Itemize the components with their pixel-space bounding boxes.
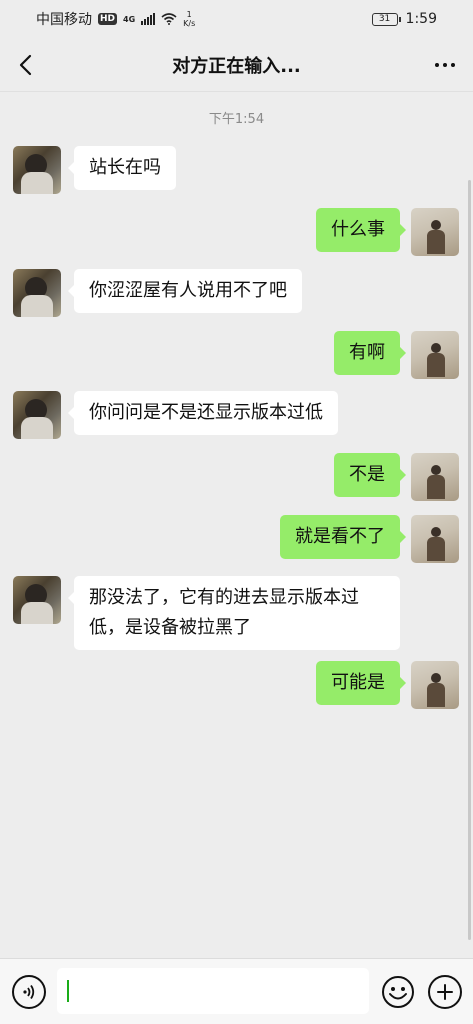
hd-badge: HD: [98, 13, 118, 25]
my-avatar[interactable]: [411, 661, 459, 709]
message-bubble[interactable]: 那没法了，它有的进去显示版本过 低，是设备被拉黑了: [68, 576, 400, 650]
message-bubble[interactable]: 你涩涩屋有人说用不了吧: [68, 269, 302, 313]
message-bubble[interactable]: 什么事: [316, 208, 406, 252]
message-line: 低，是设备被拉黑了: [89, 617, 251, 638]
message-bubble[interactable]: 有啊: [334, 331, 406, 375]
message-bubble[interactable]: 可能是: [316, 661, 406, 705]
voice-button[interactable]: [12, 975, 46, 1009]
clock: 1:59: [405, 11, 437, 27]
signal-icon: [141, 13, 156, 25]
message-timestamp: 下午1:54: [208, 112, 265, 127]
battery-level: 31: [378, 14, 391, 24]
chat-header: 对方正在输入...: [0, 38, 473, 92]
message-bubble[interactable]: 你问问是不是还显示版本过低: [68, 391, 338, 435]
my-avatar[interactable]: [411, 453, 459, 501]
contact-avatar[interactable]: [13, 391, 61, 439]
net-speed-value: 1: [186, 10, 192, 19]
more-dot-icon: [451, 63, 455, 67]
back-button[interactable]: [12, 51, 40, 79]
message-bubble[interactable]: 就是看不了: [280, 515, 406, 559]
status-bar: 中国移动 HD 4G 1 K/s 31 1:59: [0, 0, 473, 38]
scrollbar[interactable]: [468, 180, 471, 940]
emoji-icon[interactable]: [381, 975, 415, 1009]
contact-avatar[interactable]: [13, 269, 61, 317]
contact-avatar[interactable]: [13, 576, 61, 624]
status-right: 31 1:59: [371, 11, 437, 27]
more-button[interactable]: [429, 51, 461, 79]
voice-icon: [23, 984, 35, 1000]
message-line: 那没法了，它有的进去显示版本过: [89, 587, 359, 608]
network-type: 4G: [123, 14, 136, 24]
text-caret: [67, 980, 69, 1002]
chat-title: 对方正在输入...: [172, 55, 301, 77]
input-bar: [0, 958, 473, 1024]
my-avatar[interactable]: [411, 208, 459, 256]
chevron-left-icon: [19, 54, 32, 76]
my-avatar[interactable]: [411, 331, 459, 379]
wifi-icon: [161, 13, 177, 25]
message-input[interactable]: [57, 968, 369, 1014]
more-dot-icon: [443, 63, 447, 67]
message-bubble[interactable]: 不是: [334, 453, 406, 497]
my-avatar[interactable]: [411, 515, 459, 563]
more-actions-button[interactable]: [428, 975, 462, 1009]
status-left: 中国移动 HD 4G 1 K/s: [36, 9, 195, 29]
message-bubble[interactable]: 站长在吗: [68, 146, 176, 190]
battery-icon: 31: [371, 12, 401, 26]
contact-avatar[interactable]: [13, 146, 61, 194]
net-speed-unit: K/s: [183, 19, 196, 28]
more-dot-icon: [435, 63, 439, 67]
net-speed: 1 K/s: [183, 10, 195, 28]
carrier-name: 中国移动: [36, 12, 92, 28]
plus-icon: [437, 984, 453, 1000]
